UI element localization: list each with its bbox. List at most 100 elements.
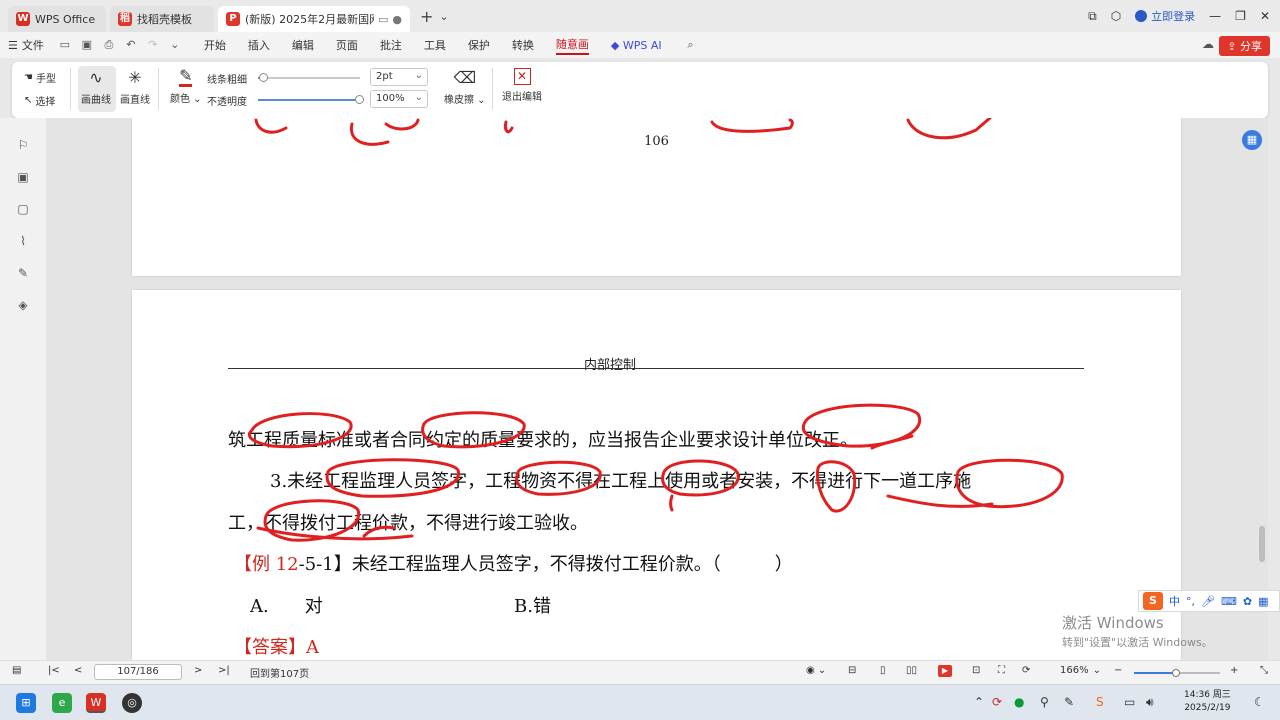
single-page-icon[interactable]: ▯: [880, 665, 886, 676]
layers-icon[interactable]: ◈: [16, 298, 30, 312]
exit-edit-button[interactable]: ✕ 退出编辑: [502, 68, 542, 103]
window-layout-icon[interactable]: ⧉: [1088, 9, 1097, 24]
opacity-select[interactable]: 100% ⌄: [370, 90, 428, 108]
tray-wechat-icon[interactable]: ●: [1014, 695, 1024, 709]
tray-volume-icon[interactable]: 🔊︎: [1146, 695, 1154, 710]
fullscreen-icon[interactable]: ⛶: [998, 665, 1005, 676]
tab-list-chevron-icon[interactable]: ⌄: [439, 10, 448, 23]
line-width-slider[interactable]: [258, 73, 360, 82]
clock[interactable]: 14:36 周三 2025/2/19: [1184, 689, 1231, 715]
next-page-icon[interactable]: >: [194, 665, 202, 676]
first-page-icon[interactable]: |<: [48, 665, 60, 676]
slider-knob[interactable]: [355, 95, 364, 104]
tray-chevron-icon[interactable]: ⌃: [974, 695, 984, 709]
fit-width-icon[interactable]: ⊟: [848, 665, 856, 676]
minimize-icon[interactable]: —: [1209, 9, 1221, 23]
login-button[interactable]: 立即登录: [1135, 8, 1195, 24]
attachment-icon[interactable]: ⌇: [16, 234, 30, 248]
ime-toolbar[interactable]: S 中 °, 🎤︎ ⌨ ✿ ▦: [1138, 590, 1280, 612]
draw-line-button[interactable]: ✳ 画直线: [120, 68, 150, 106]
ime-punct-icon[interactable]: °,: [1186, 595, 1195, 608]
color-button[interactable]: ✎ 颜色 ⌄: [170, 68, 202, 106]
select-tool-button[interactable]: ↖ 选择: [24, 93, 55, 108]
app-taskbar-icon[interactable]: ◎: [122, 693, 142, 713]
goto-page-link[interactable]: 回到第107页: [250, 665, 309, 680]
zoom-slider[interactable]: [1134, 669, 1220, 677]
eye-protect-icon[interactable]: ◉ ⌄: [806, 665, 826, 676]
menu-edit[interactable]: 编辑: [292, 37, 314, 53]
tab-templates[interactable]: 稻 找稻壳模板: [110, 6, 214, 32]
share-button[interactable]: ⇪ 分享: [1219, 36, 1270, 56]
close-window-icon[interactable]: ✕: [1260, 9, 1270, 23]
redo-icon[interactable]: ↷: [146, 38, 160, 52]
rotate-icon[interactable]: ⟳: [1022, 665, 1030, 676]
zoom-in-icon[interactable]: +: [1230, 665, 1238, 676]
draw-curve-button[interactable]: ∿ 画曲线: [81, 68, 111, 106]
hand-tool-button[interactable]: ☚ 手型: [24, 70, 56, 85]
eraser-button[interactable]: ⌫ 橡皮擦 ⌄: [444, 68, 486, 106]
menu-home[interactable]: 开始: [204, 37, 226, 53]
last-page-icon[interactable]: >|: [218, 665, 230, 676]
hamburger-icon[interactable]: ☰: [8, 39, 18, 52]
menu-tools[interactable]: 工具: [424, 37, 446, 53]
tray-sogou-icon[interactable]: S: [1096, 695, 1104, 709]
bookmark-icon[interactable]: ⚐: [16, 138, 30, 152]
thumbnail-icon[interactable]: ▣: [16, 170, 30, 184]
menu-convert[interactable]: 转换: [512, 37, 534, 53]
vertical-scrollbar-thumb[interactable]: [1259, 526, 1265, 562]
slider-knob[interactable]: [259, 73, 268, 82]
ime-keyboard-icon[interactable]: ⌨: [1221, 595, 1237, 608]
page-number-input[interactable]: 107/186: [94, 664, 182, 680]
ime-menu-icon[interactable]: ▦: [1258, 595, 1268, 608]
search-icon[interactable]: ⌕: [684, 38, 698, 52]
cloud-upload-icon[interactable]: ☁: [1202, 37, 1214, 51]
ime-mic-icon[interactable]: 🎤︎: [1201, 595, 1215, 608]
save-icon[interactable]: ▣: [80, 38, 94, 52]
floating-tool-icon[interactable]: ▦: [1242, 130, 1262, 150]
cube-icon[interactable]: ⬡: [1111, 9, 1121, 23]
menu-wps-ai[interactable]: ◆ WPS AI: [611, 39, 662, 52]
tab-close-icon[interactable]: ●: [392, 13, 402, 26]
wps-taskbar-icon[interactable]: W: [86, 693, 106, 713]
new-tab-plus-icon[interactable]: +: [420, 7, 433, 26]
tray-pen-icon[interactable]: ✎: [1064, 695, 1074, 709]
ime-mode[interactable]: 中: [1169, 593, 1180, 609]
sidebar-toggle-icon[interactable]: ▤: [12, 665, 21, 676]
open-folder-icon[interactable]: ▭: [58, 38, 72, 52]
menu-page[interactable]: 页面: [336, 37, 358, 53]
tray-mic-icon[interactable]: ⚲: [1040, 695, 1049, 709]
signature-pen-icon[interactable]: ✎: [16, 266, 30, 280]
zoom-out-icon[interactable]: −: [1114, 665, 1122, 676]
status-expand-icon[interactable]: ⤡: [1260, 665, 1268, 676]
menu-freehand[interactable]: 随意画: [555, 36, 589, 55]
page-header: 内部控制: [583, 358, 636, 373]
zoom-level[interactable]: 166% ⌄: [1060, 665, 1101, 676]
double-page-icon[interactable]: ▯▯: [906, 665, 917, 676]
windows-start-icon[interactable]: ⊞: [16, 693, 36, 713]
menu-file[interactable]: 文件: [22, 37, 44, 53]
quick-more-chevron-icon[interactable]: ⌄: [168, 38, 182, 52]
print-icon[interactable]: ⎙: [102, 38, 116, 52]
tab-monitor-icon[interactable]: ▭: [378, 13, 388, 26]
prev-page-icon[interactable]: <: [74, 665, 82, 676]
document-canvas[interactable]: 106 内部控制 筑工程质量标准或者合同约定的质量要求的，应当报告企业要求设计单…: [46, 118, 1268, 660]
menu-insert[interactable]: 插入: [248, 37, 270, 53]
ime-skin-icon[interactable]: ✿: [1243, 595, 1252, 608]
tab-document[interactable]: P (新版) 2025年2月最新国网 ▭ ●: [218, 6, 410, 32]
browser-icon[interactable]: e: [52, 693, 72, 713]
undo-icon[interactable]: ↶: [124, 38, 138, 52]
status-bar: ▤ |< < 107/186 > >| 回到第107页 ◉ ⌄ ⊟ ▯ ▯▯ ▶…: [0, 660, 1280, 684]
zoom-fit-icon[interactable]: ⊡: [972, 665, 980, 676]
comment-icon[interactable]: ▢: [16, 202, 30, 216]
restore-icon[interactable]: ❐: [1235, 9, 1246, 23]
zoom-slider-knob[interactable]: [1172, 669, 1180, 677]
tray-network-icon[interactable]: ▭: [1124, 695, 1135, 709]
tab-wps-office[interactable]: W WPS Office: [8, 6, 106, 32]
menu-protect[interactable]: 保护: [468, 37, 490, 53]
play-button[interactable]: ▶: [938, 665, 952, 677]
opacity-slider[interactable]: [258, 95, 364, 104]
menu-comment[interactable]: 批注: [380, 37, 402, 53]
notification-moon-icon[interactable]: ☾: [1254, 695, 1265, 709]
tray-sync-icon[interactable]: ⟳: [992, 695, 1002, 709]
line-width-select[interactable]: 2pt ⌄: [370, 68, 428, 86]
